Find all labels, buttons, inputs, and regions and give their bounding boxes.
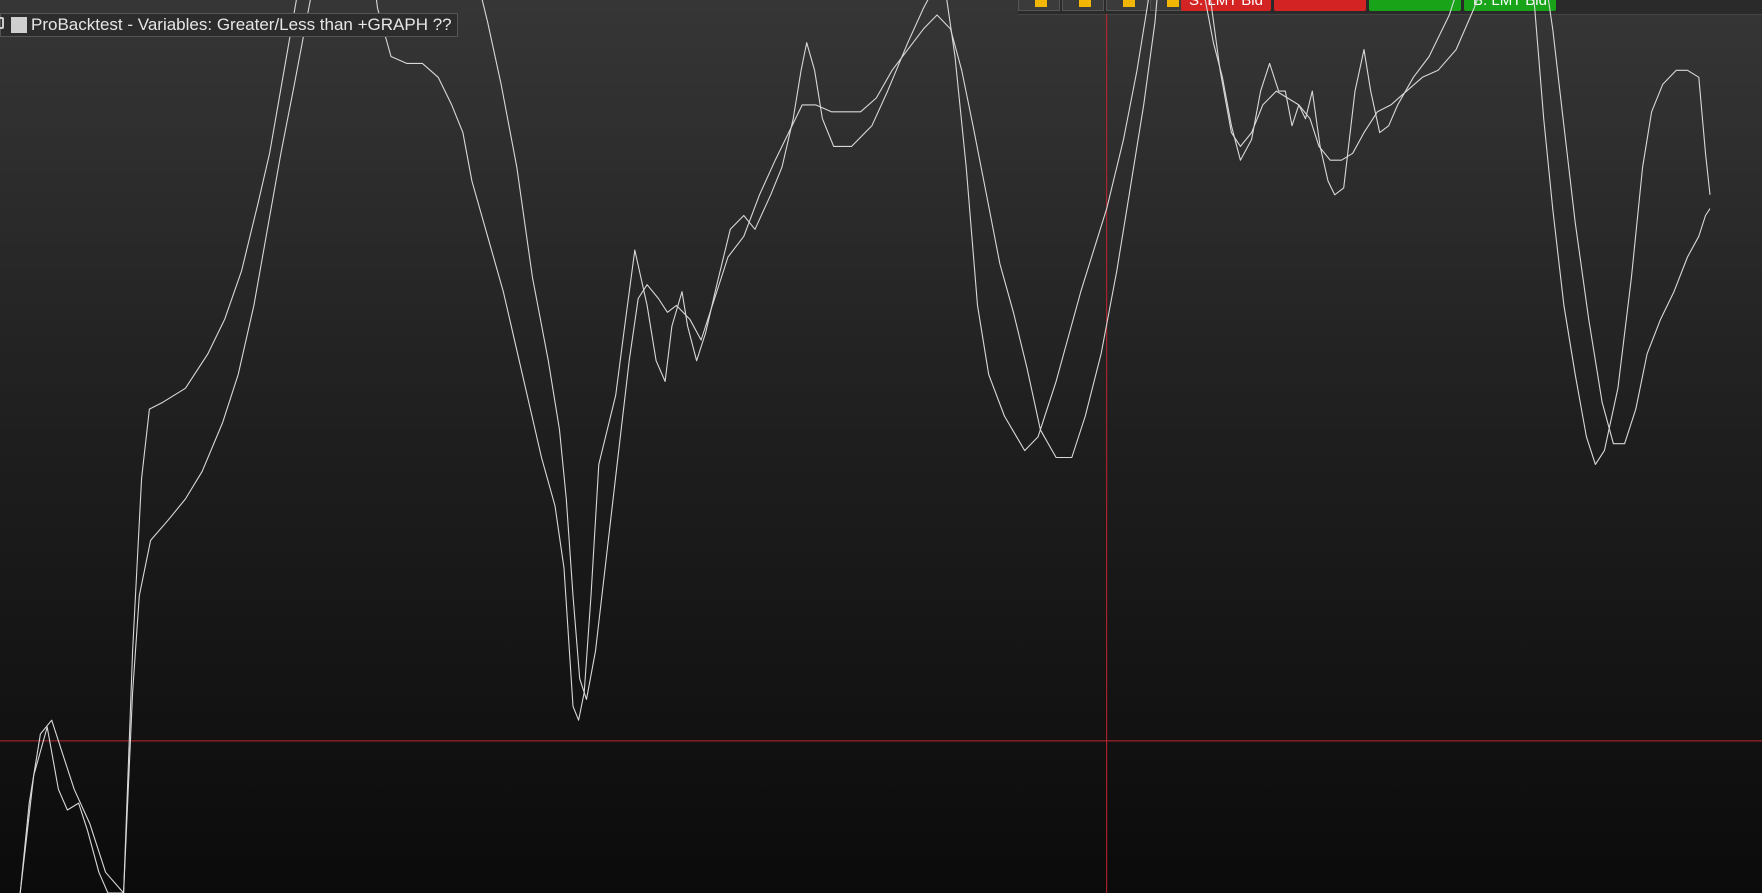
chart-window: S. LMT Bid B. LMT Bid ProBacktest - Vari… (0, 0, 1762, 893)
series-line-1 (19, 0, 1711, 893)
color-swatch-icon[interactable] (11, 17, 27, 33)
series-line-2 (19, 0, 1711, 893)
settings-icon[interactable] (0, 17, 4, 29)
series-group (19, 0, 1711, 893)
indicator-title: ProBacktest - Variables: Greater/Less th… (31, 15, 452, 34)
indicator-chart[interactable] (0, 0, 1762, 893)
indicator-label[interactable]: ProBacktest - Variables: Greater/Less th… (0, 13, 458, 37)
